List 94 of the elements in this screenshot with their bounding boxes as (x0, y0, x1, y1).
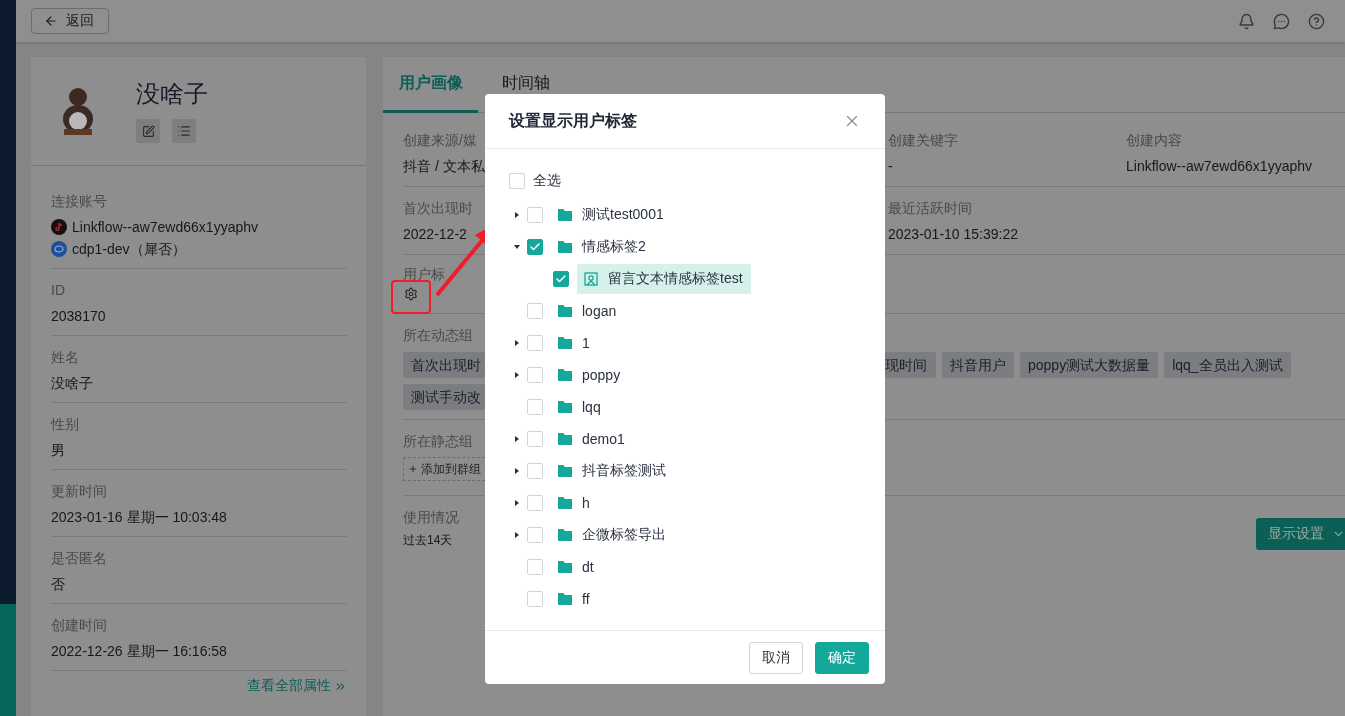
checkbox[interactable] (527, 463, 543, 479)
checkbox[interactable] (527, 207, 543, 223)
folder-icon (558, 433, 572, 445)
field-label: 创建来源/媒 (403, 131, 478, 150)
field-label: 是否匿名 (51, 549, 108, 568)
folder-icon (558, 529, 572, 541)
group-tag: poppy测试大数据量 (1020, 352, 1159, 378)
checkbox[interactable] (527, 431, 543, 447)
field-label: 性别 (51, 415, 80, 434)
checkbox[interactable] (509, 173, 525, 189)
field-value: 2022-12-26 星期一 16:16:58 (51, 642, 228, 661)
tree-item[interactable]: 1 (551, 328, 598, 358)
checkbox[interactable] (527, 399, 543, 415)
account-name: Linkflow--aw7ewd66x1yyaphv (72, 218, 258, 237)
list-button[interactable] (172, 119, 196, 143)
field-value: 否 (51, 575, 66, 594)
tree-item[interactable]: 企微标签导出 (551, 520, 674, 550)
tree-item[interactable]: demo1 (551, 424, 633, 454)
folder-icon (558, 305, 572, 317)
tree-item[interactable]: logan (551, 296, 625, 326)
edit-button[interactable] (136, 119, 160, 143)
tree-item[interactable]: ff (551, 584, 598, 614)
field-label: 最近活跃时间 (888, 199, 973, 218)
tree-item[interactable]: poppy (551, 360, 629, 390)
field-value: - (888, 157, 894, 176)
field-value: 没啥子 (51, 374, 94, 393)
back-button[interactable]: 返回 (31, 8, 109, 34)
group-tag: 测试手动改 (403, 384, 485, 410)
folder-icon (558, 593, 572, 605)
checkbox[interactable] (527, 495, 543, 511)
group-tag: lqq_全员出入测试 (1164, 352, 1291, 378)
folder-icon (558, 241, 572, 253)
field-label: 所在静态组 (403, 432, 474, 451)
field-label: 更新时间 (51, 482, 108, 501)
folder-icon (558, 209, 572, 221)
chat-icon (51, 241, 67, 257)
folder-icon (558, 337, 572, 349)
field-label: 连接账号 (51, 192, 108, 211)
tree-item[interactable]: h (551, 488, 598, 518)
field-value: 抖音 / 文本私 (403, 157, 485, 176)
checkbox[interactable] (527, 303, 543, 319)
account-name: cdp1-dev（犀否） (72, 240, 186, 259)
user-tag-icon (584, 272, 598, 286)
list-icon (177, 124, 191, 138)
checkbox[interactable] (527, 591, 543, 607)
dialog-title: 设置显示用户标签 (509, 110, 637, 131)
field-label: 用户标 (403, 265, 445, 283)
bell-icon[interactable] (1238, 12, 1255, 30)
field-label: ID (51, 281, 66, 300)
tree-item[interactable]: 情感标签2 (551, 232, 654, 262)
field-label: 姓名 (51, 348, 80, 367)
checkbox[interactable] (527, 367, 543, 383)
tree-item[interactable]: lqq (551, 392, 609, 422)
field-label: 创建时间 (51, 616, 108, 635)
field-value: 2023-01-10 15:39:22 (888, 225, 1019, 244)
field-label: 首次出现时 (403, 199, 474, 218)
chat-icon[interactable] (1273, 12, 1290, 30)
checkbox[interactable] (527, 335, 543, 351)
check-icon (555, 273, 567, 285)
checkbox[interactable] (553, 271, 569, 287)
field-value: 2023-01-16 星期一 10:03:48 (51, 508, 228, 527)
group-tag: 抖音用户 (942, 352, 1014, 378)
field-label: 所在动态组 (403, 326, 474, 345)
edit-icon (141, 124, 155, 138)
tree-item[interactable]: 抖音标签测试 (551, 456, 674, 486)
folder-icon (558, 369, 572, 381)
field-value: 2038170 (51, 307, 107, 326)
field-value: Linkflow--aw7ewd66x1yyaphv (1126, 157, 1313, 176)
folder-icon (558, 497, 572, 509)
tree-item[interactable]: 测试test0001 (551, 200, 672, 230)
note-icon (51, 219, 67, 235)
field-value: 2022-12-2 (403, 225, 468, 244)
field-label: 创建关键字 (888, 131, 959, 150)
folder-icon (558, 465, 572, 477)
tree-item[interactable]: 留言文本情感标签test (577, 264, 751, 294)
check-icon (529, 241, 541, 253)
folder-icon (558, 401, 572, 413)
cancel-button[interactable]: 取消 (749, 641, 803, 674)
checkbox[interactable] (527, 239, 543, 255)
tree-item[interactable]: dt (551, 552, 602, 582)
checkbox[interactable] (527, 559, 543, 575)
help-icon[interactable] (1308, 12, 1325, 30)
checkbox[interactable] (527, 527, 543, 543)
highlight-box (391, 280, 431, 314)
field-value: 男 (51, 441, 66, 460)
folder-icon (558, 561, 572, 573)
user-name: 没啥子 (136, 79, 208, 109)
group-tag: 首次出现时 (403, 352, 485, 378)
period-label: 过去14天 (403, 532, 454, 549)
group-tag: 现时间 (885, 352, 936, 378)
field-label: 使用情况 (403, 508, 460, 527)
select-all-label[interactable]: 全选 (533, 172, 561, 190)
field-label: 创建内容 (1126, 131, 1183, 150)
plus-icon (408, 463, 418, 475)
